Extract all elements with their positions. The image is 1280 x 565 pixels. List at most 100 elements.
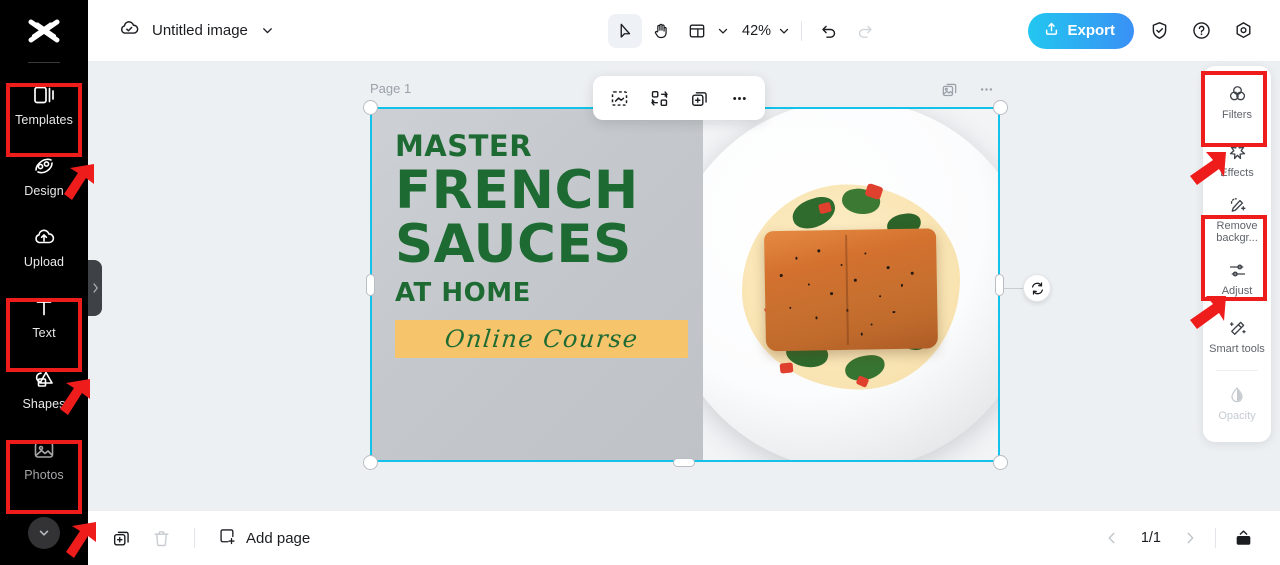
- topbar-right-group: Export: [1028, 12, 1260, 49]
- remove-background-icon: [1226, 194, 1248, 216]
- poster-line-master: MASTER: [394, 128, 533, 163]
- poster-text-side: MASTER FRENCH SAUCES AT HOME Online Cour…: [370, 107, 703, 462]
- design-icon: [31, 153, 57, 179]
- canvas-workspace[interactable]: Page 1 MASTER FRENCH SAUCES AT HOME Onli…: [88, 62, 1280, 510]
- sidebar-label-photos: Photos: [24, 468, 64, 483]
- sidebar-label-shapes: Shapes: [22, 397, 66, 412]
- opacity-droplet-icon: [1226, 384, 1248, 406]
- right-panel-item-remove-background[interactable]: Remove backgr...: [1207, 189, 1267, 250]
- toolbar-divider: [801, 20, 803, 41]
- panel-collapse-tab[interactable]: [88, 260, 102, 316]
- image-layers-icon[interactable]: [940, 80, 959, 104]
- hand-tool-button[interactable]: [644, 14, 678, 48]
- salmon-fillet: [764, 227, 939, 351]
- export-button-label: Export: [1067, 22, 1115, 39]
- photos-icon: [31, 437, 57, 463]
- duplicate-plus-icon[interactable]: [687, 86, 711, 110]
- rotate-handle-button[interactable]: [1023, 274, 1051, 302]
- sidebar-label-text: Text: [32, 326, 56, 341]
- sidebar-item-shapes[interactable]: Shapes: [10, 353, 78, 424]
- right-panel-item-effects[interactable]: Effects: [1207, 131, 1267, 189]
- sidebar-items: Templates Design Upload Text Shapes Phot…: [0, 69, 88, 495]
- cloud-check-icon: [118, 17, 140, 44]
- chevron-down-icon[interactable]: [260, 23, 275, 38]
- settings-hex-icon[interactable]: [1226, 14, 1260, 48]
- bottombar-right-divider: [1215, 528, 1216, 548]
- right-panel-label-filters: Filters: [1222, 108, 1252, 121]
- sidebar-label-upload: Upload: [23, 255, 65, 270]
- selection-handle-bottom[interactable]: [673, 458, 695, 467]
- document-title[interactable]: Untitled image: [152, 22, 248, 39]
- effects-sparkle-icon: [1226, 141, 1248, 163]
- select-tool-button[interactable]: [608, 13, 642, 48]
- smart-tools-wand-icon: [1226, 317, 1248, 339]
- bottom-toolbar: Add page 1/1: [88, 510, 1280, 565]
- right-panel-item-smart-tools[interactable]: Smart tools: [1207, 308, 1267, 366]
- selection-handle-bottom-left[interactable]: [363, 455, 378, 470]
- object-float-toolbar: [593, 76, 765, 120]
- duplicate-page-icon[interactable]: [106, 523, 136, 553]
- poster-line-french: FRENCH: [394, 159, 639, 221]
- bottombar-right-group: 1/1: [1099, 523, 1258, 553]
- selection-handle-top-left[interactable]: [363, 100, 378, 115]
- right-panel-label-smart-tools: Smart tools: [1209, 343, 1265, 356]
- shield-check-icon[interactable]: [1142, 14, 1176, 48]
- page-indicator: 1/1: [1140, 530, 1161, 546]
- redo-button[interactable]: [848, 14, 882, 48]
- topbar-left-group: Untitled image: [88, 17, 275, 44]
- artboard-page-1[interactable]: MASTER FRENCH SAUCES AT HOME Online Cour…: [370, 107, 1000, 462]
- export-button[interactable]: Export: [1028, 12, 1134, 49]
- right-panel-item-opacity[interactable]: Opacity: [1207, 375, 1267, 433]
- sidebar-item-text[interactable]: Text: [10, 282, 78, 353]
- more-ellipsis-icon[interactable]: [977, 80, 996, 104]
- expand-panel-icon[interactable]: [1228, 523, 1258, 553]
- poster-line-sauces: SAUCES: [394, 213, 632, 275]
- poster-image: MASTER FRENCH SAUCES AT HOME Online Cour…: [370, 107, 1000, 462]
- poster-photo-side: [702, 107, 1000, 462]
- right-panel-item-adjust[interactable]: Adjust: [1207, 250, 1267, 308]
- more-ellipsis-icon[interactable]: [727, 86, 751, 110]
- add-page-icon: [217, 526, 237, 550]
- shapes-icon: [31, 366, 57, 392]
- text-icon: [31, 295, 57, 321]
- sidebar-item-design[interactable]: Design: [10, 140, 78, 211]
- layout-chevron-down-icon[interactable]: [716, 24, 730, 38]
- topbar-center-group: 42%: [608, 13, 882, 48]
- sidebar-item-templates[interactable]: Templates: [10, 69, 78, 140]
- crop-select-icon[interactable]: [607, 86, 631, 110]
- sidebar-item-upload[interactable]: Upload: [10, 211, 78, 282]
- top-toolbar: Untitled image 42% Export: [88, 0, 1280, 62]
- help-question-icon[interactable]: [1184, 14, 1218, 48]
- sidebar-item-photos[interactable]: Photos: [10, 424, 78, 495]
- artboard-corner-tools: [940, 80, 996, 104]
- zoom-level-value[interactable]: 42%: [732, 23, 775, 39]
- selection-handle-left[interactable]: [366, 274, 375, 296]
- layout-tool-button[interactable]: [680, 14, 714, 48]
- zoom-chevron-down-icon[interactable]: [777, 24, 791, 38]
- capcut-logo[interactable]: [0, 0, 88, 62]
- undo-button[interactable]: [812, 14, 846, 48]
- add-page-label: Add page: [246, 529, 311, 547]
- right-panel-label-remove-background: Remove backgr...: [1216, 220, 1258, 245]
- poster-banner-text: Online Course: [443, 324, 640, 353]
- adjust-sliders-icon: [1226, 259, 1248, 281]
- add-page-button[interactable]: Add page: [213, 526, 310, 550]
- next-page-button[interactable]: [1177, 525, 1203, 551]
- filters-circles-icon: [1226, 83, 1248, 105]
- right-panel-item-filters[interactable]: Filters: [1207, 73, 1267, 131]
- bottombar-left-group: Add page: [88, 523, 310, 553]
- trash-icon[interactable]: [146, 523, 176, 553]
- sidebar-label-templates: Templates: [15, 113, 73, 128]
- selection-handle-bottom-right[interactable]: [993, 455, 1008, 470]
- replace-swap-icon[interactable]: [647, 86, 671, 110]
- capcut-editor-window: Templates Design Upload Text Shapes Phot…: [0, 0, 1280, 565]
- prev-page-button[interactable]: [1099, 525, 1125, 551]
- selection-handle-right[interactable]: [995, 274, 1004, 296]
- poster-line-at-home: AT HOME: [394, 277, 531, 308]
- poster-banner: Online Course: [394, 319, 688, 358]
- templates-icon: [31, 82, 57, 108]
- sidebar-scroll-down-button[interactable]: [28, 517, 60, 549]
- red-pepper-dice: [779, 361, 794, 374]
- sidebar-divider: [28, 62, 60, 63]
- right-panel-label-effects: Effects: [1220, 166, 1254, 179]
